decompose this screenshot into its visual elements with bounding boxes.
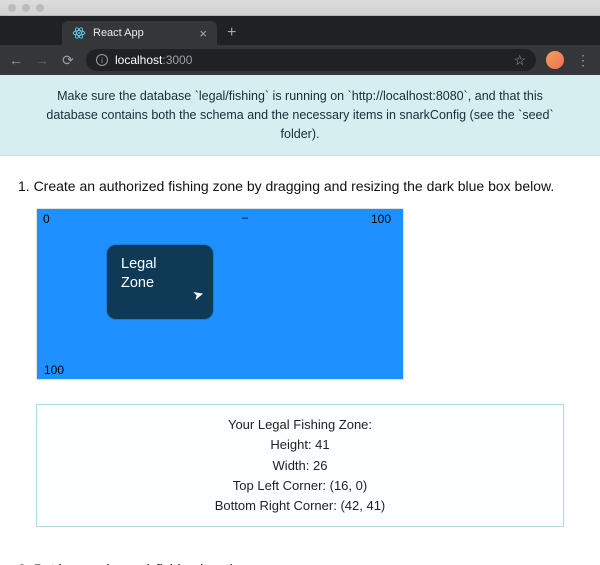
zone-tl-value: (16, 0) [330, 478, 368, 493]
traffic-minimize-icon[interactable] [22, 4, 30, 12]
reload-button[interactable]: ⟳ [60, 52, 76, 69]
browser-tab[interactable]: React App × [62, 21, 217, 45]
bookmark-star-icon[interactable]: ☆ [513, 52, 526, 69]
page-viewport: Make sure the database `legal/fishing` i… [0, 75, 600, 565]
traffic-zoom-icon[interactable] [36, 4, 44, 12]
back-button[interactable]: ← [8, 52, 24, 68]
legal-zone-label-line1: Legal [121, 255, 199, 274]
legal-zone-box[interactable]: Legal Zone ➤ [107, 245, 213, 319]
profile-avatar[interactable] [546, 51, 564, 69]
zone-width-value: 26 [313, 458, 327, 473]
traffic-close-icon[interactable] [8, 4, 16, 12]
zone-tl-label: Top Left Corner: [233, 478, 330, 493]
macos-titlebar [0, 0, 600, 16]
address-bar[interactable]: i localhost:3000 ☆ [86, 49, 536, 71]
zone-br-label: Bottom Right Corner: [215, 498, 341, 513]
canvas-xmax-label: 100 [371, 212, 391, 226]
url-host: localhost [115, 53, 162, 67]
new-tab-button[interactable]: + [217, 21, 246, 45]
browser-toolbar: ← → ⟳ i localhost:3000 ☆ ⋮ [0, 45, 600, 75]
zone-height-label: Height: [270, 437, 315, 452]
tab-close-icon[interactable]: × [199, 26, 207, 41]
canvas-origin-label: 0 [43, 212, 50, 226]
canvas-ymax-label: 100 [44, 363, 64, 377]
info-banner-text: Make sure the database `legal/fishing` i… [46, 89, 553, 141]
zone-height-value: 41 [315, 437, 329, 452]
zone-details-title: Your Legal Fishing Zone: [37, 415, 563, 435]
info-banner: Make sure the database `legal/fishing` i… [0, 75, 600, 156]
react-logo-icon [72, 26, 86, 40]
url-path: :3000 [162, 53, 192, 67]
legal-zone-label-line2: Zone [121, 274, 199, 293]
tab-title: React App [93, 27, 199, 39]
browser-menu-icon[interactable]: ⋮ [574, 52, 592, 69]
browser-tab-strip: React App × + [0, 16, 600, 45]
site-info-icon[interactable]: i [96, 54, 108, 66]
zone-br-value: (42, 41) [340, 498, 385, 513]
canvas-tick: – [242, 212, 248, 224]
zone-width-label: Width: [273, 458, 313, 473]
forward-button: → [34, 52, 50, 68]
step2-heading: 2. Put in your (secret) fishing location… [18, 561, 582, 565]
step1-heading: 1. Create an authorized fishing zone by … [18, 178, 582, 194]
zone-details-panel: Your Legal Fishing Zone: Height: 41 Widt… [36, 404, 564, 527]
zone-canvas[interactable]: 0 – 100 100 Legal Zone ➤ [36, 208, 404, 380]
